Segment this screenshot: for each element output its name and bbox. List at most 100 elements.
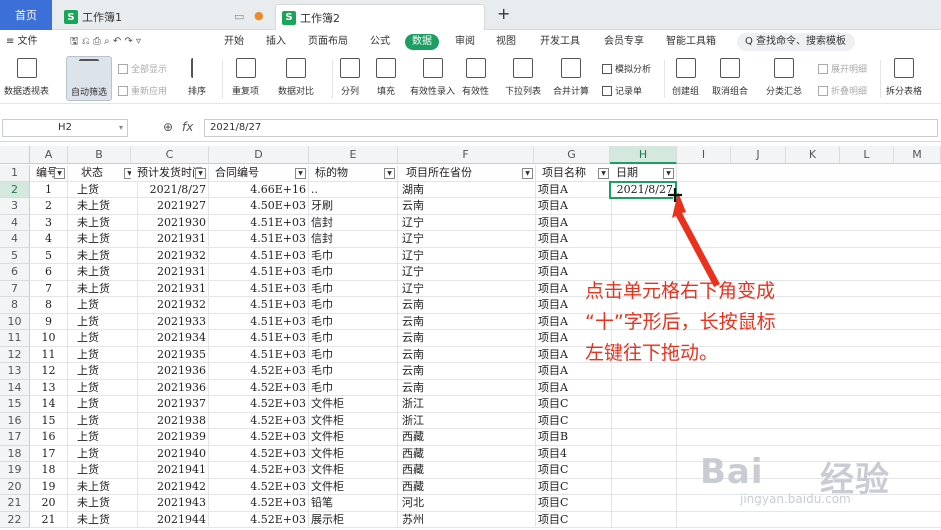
cell-b[interactable]: 未上货	[75, 511, 138, 528]
cell-f[interactable]: 云南	[400, 346, 536, 363]
cell-a[interactable]: 9	[30, 313, 68, 330]
menu-insert[interactable]: 插入	[266, 30, 286, 54]
column-header-j[interactable]: J	[731, 146, 786, 164]
cell-c[interactable]: 2021939	[131, 429, 209, 445]
menu-formula[interactable]: 公式	[370, 30, 390, 54]
cell-a[interactable]: 6	[30, 264, 68, 280]
filter-dropdown-icon[interactable]: ▼	[663, 168, 674, 179]
dropdown-list-button[interactable]: 下拉列表	[505, 58, 541, 97]
cell-e[interactable]: 毛巾	[309, 330, 398, 346]
column-header-h[interactable]: H	[610, 146, 677, 164]
cell-c[interactable]: 2021942	[131, 478, 209, 495]
cell-c[interactable]: 2021938	[131, 412, 209, 429]
cell-b[interactable]: 上货	[75, 297, 138, 313]
column-header-g[interactable]: G	[534, 146, 610, 164]
cell-c[interactable]: 2021935	[131, 346, 209, 363]
cell-c[interactable]: 2021934	[131, 330, 209, 346]
cell-b[interactable]: 未上货	[75, 478, 138, 495]
cell-c[interactable]: 2021936	[131, 363, 209, 379]
cell-a[interactable]: 16	[30, 429, 68, 445]
fx-icon[interactable]: fx	[182, 120, 193, 134]
menu-view[interactable]: 视图	[496, 30, 516, 54]
row-header[interactable]: 6	[0, 264, 30, 281]
simulate-button[interactable]: 模拟分析	[602, 62, 651, 75]
cell-b[interactable]: 未上货	[75, 264, 138, 280]
row-header[interactable]: 4	[0, 231, 30, 248]
cell-e[interactable]: 文件柜	[309, 396, 398, 412]
column-header-l[interactable]: L	[840, 146, 894, 164]
cell-e[interactable]: 牙刷	[309, 198, 398, 214]
cell-e[interactable]: 铅笔	[309, 495, 398, 511]
cell-a[interactable]: 7	[30, 280, 68, 297]
tab-workbook1[interactable]: S 工作簿1 ▭ ●	[58, 4, 273, 30]
column-header-i[interactable]: I	[677, 146, 731, 164]
cell-a[interactable]: 8	[30, 297, 68, 313]
cell-d[interactable]: 4.51E+03	[209, 247, 309, 264]
cell-a[interactable]: 3	[30, 214, 68, 231]
cell-a[interactable]: 19	[30, 478, 68, 495]
cell-f[interactable]: 西藏	[400, 429, 536, 445]
row-header[interactable]: 18	[0, 445, 30, 462]
cell-c[interactable]: 2021941	[131, 462, 209, 478]
cell-d[interactable]: 4.52E+03	[209, 511, 309, 528]
cell-d[interactable]: 4.52E+03	[209, 445, 309, 462]
duplicates-button[interactable]: 重复项	[232, 58, 259, 97]
column-header-f[interactable]: F	[398, 146, 534, 164]
cell-a[interactable]: 17	[30, 445, 68, 462]
cell-f[interactable]: 云南	[400, 363, 536, 379]
row-header[interactable]: 15	[0, 396, 30, 413]
cell-g[interactable]: 项目C	[536, 478, 612, 495]
cell-d[interactable]: 4.51E+03	[209, 280, 309, 297]
cell-d[interactable]: 4.52E+03	[209, 478, 309, 495]
formula-input[interactable]: 2021/8/27	[204, 119, 938, 137]
cell-f[interactable]: 湖南	[400, 181, 536, 198]
cell-c[interactable]: 2021932	[131, 297, 209, 313]
cell-e[interactable]: 毛巾	[309, 280, 398, 297]
cell-b[interactable]: 未上货	[75, 247, 138, 264]
filter-dropdown-icon[interactable]: ▼	[195, 168, 206, 179]
cell-d[interactable]: 4.52E+03	[209, 462, 309, 478]
cell-b[interactable]: 上货	[75, 363, 138, 379]
cell-b[interactable]: 上货	[75, 181, 138, 198]
cell-f[interactable]: 西藏	[400, 445, 536, 462]
cell-c[interactable]: 2021931	[131, 264, 209, 280]
autofilter-button[interactable]: 自动筛选	[66, 56, 113, 101]
column-header-d[interactable]: D	[209, 146, 309, 164]
cell-e[interactable]: 文件柜	[309, 412, 398, 429]
cell-g[interactable]: 项目C	[536, 396, 612, 412]
cell-d[interactable]: 4.51E+03	[209, 264, 309, 280]
cell-g[interactable]: 项目C	[536, 412, 612, 429]
ungroup-button[interactable]: 取消组合	[712, 58, 748, 97]
cell-a[interactable]: 2	[30, 198, 68, 214]
menu-developer[interactable]: 开发工具	[540, 30, 580, 54]
menu-member[interactable]: 会员专享	[604, 30, 644, 54]
menu-layout[interactable]: 页面布局	[308, 30, 348, 54]
cell-c[interactable]: 2021936	[131, 379, 209, 396]
cell-b[interactable]: 未上货	[75, 214, 138, 231]
row-header[interactable]: 7	[0, 280, 30, 297]
filter-dropdown-icon[interactable]: ▼	[295, 168, 306, 179]
cell-b[interactable]: 上货	[75, 429, 138, 445]
cell-b[interactable]: 未上货	[75, 280, 138, 297]
cell-h[interactable]	[610, 379, 677, 396]
cell-a[interactable]: 13	[30, 379, 68, 396]
cell-d[interactable]: 4.51E+03	[209, 231, 309, 247]
cell-c[interactable]: 2021931	[131, 280, 209, 297]
menu-start[interactable]: 开始	[224, 30, 244, 54]
cell-b[interactable]: 上货	[75, 313, 138, 330]
validity-button[interactable]: 有效性	[462, 58, 489, 97]
cell-d[interactable]: 4.51E+03	[209, 313, 309, 330]
cell-f[interactable]: 辽宁	[400, 247, 536, 264]
zoom-icon[interactable]: ⊕	[163, 120, 173, 134]
cell-f[interactable]: 浙江	[400, 396, 536, 412]
cell-e[interactable]: 毛巾	[309, 313, 398, 330]
cell-e[interactable]: 文件柜	[309, 478, 398, 495]
row-header[interactable]: 3	[0, 198, 30, 215]
cell-c[interactable]: 2021931	[131, 231, 209, 247]
cell-h[interactable]	[610, 429, 677, 445]
row-header[interactable]: 13	[0, 363, 30, 380]
cell-e[interactable]: 文件柜	[309, 445, 398, 462]
cell-g[interactable]: 项目A	[536, 181, 612, 198]
cell-h[interactable]	[610, 511, 677, 528]
cell-e[interactable]: ..	[309, 181, 398, 198]
